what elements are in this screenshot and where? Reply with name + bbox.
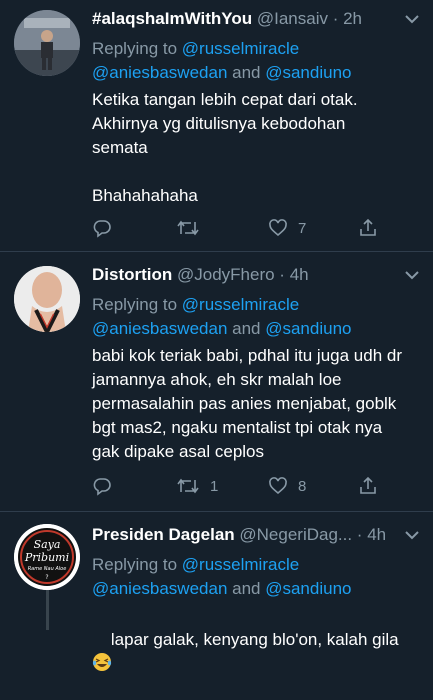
chevron-down-icon[interactable] — [405, 530, 419, 540]
share-icon — [360, 218, 376, 236]
tweet-text: Ketika tangan lebih cepat dari otak. Akh… — [92, 90, 358, 205]
handle-time: @JodyFhero · 4h — [172, 265, 309, 284]
handle-time: @NegeriDag... · 4h — [234, 525, 387, 544]
chevron-down-icon[interactable] — [405, 14, 419, 24]
tweet-actions: 7 — [92, 216, 392, 240]
display-name[interactable]: Presiden Dagelan — [92, 525, 235, 544]
retweet-icon — [177, 478, 199, 494]
reply-prefix: Replying to — [92, 39, 182, 58]
avatar-text: Saya — [34, 538, 61, 551]
avatar[interactable] — [14, 10, 80, 76]
tweet-2[interactable]: Distortion @JodyFhero · 4h Replying to @… — [0, 252, 433, 512]
mention-link[interactable]: @aniesbaswedan — [92, 579, 227, 598]
mention-link[interactable]: @sandiuno — [265, 579, 351, 598]
mention-link[interactable]: @sandiuno — [265, 63, 351, 82]
like-button[interactable]: 8 — [268, 474, 306, 498]
like-icon — [269, 219, 287, 237]
tweet-text-row: lapar galak, kenyang blo'on, kalah gila — [92, 604, 419, 700]
thread-line — [46, 590, 49, 630]
like-icon — [269, 477, 287, 495]
avatar-text: Pribumi — [24, 551, 69, 564]
tweet-3[interactable]: Saya Pribumi Rame Nau Aloe ? Presiden Da… — [0, 512, 433, 671]
avatar-text: ? — [45, 574, 48, 581]
mention-link[interactable]: @aniesbaswedan — [92, 63, 227, 82]
tweet-actions: 1 8 — [92, 474, 392, 498]
reply-icon — [93, 478, 111, 496]
reply-and: and — [227, 579, 266, 598]
reply-and: and — [227, 319, 266, 338]
mention-link[interactable]: @russelmiracle — [182, 555, 299, 574]
mention-link[interactable]: @russelmiracle — [182, 39, 299, 58]
like-button[interactable]: 7 — [268, 216, 306, 240]
tweet-1[interactable]: #alaqshaImWithYou @Iansaiv · 2h Replying… — [0, 0, 433, 252]
replying-to: Replying to @russelmiracle @aniesbasweda… — [92, 553, 423, 601]
handle-time: @Iansaiv · 2h — [252, 9, 362, 28]
avatar-text: Rame Nau Aloe — [28, 566, 67, 572]
retweet-button[interactable]: 1 — [176, 474, 218, 498]
share-icon — [360, 476, 376, 494]
chevron-down-icon[interactable] — [405, 270, 419, 280]
tweet-text: babi kok teriak babi, pdhal itu juga udh… — [92, 346, 402, 461]
reply-prefix: Replying to — [92, 555, 182, 574]
display-name[interactable]: #alaqshaImWithYou — [92, 9, 252, 28]
like-count: 7 — [298, 219, 307, 237]
mention-link[interactable]: @aniesbaswedan — [92, 319, 227, 338]
retweet-count: 1 — [210, 477, 219, 495]
display-name[interactable]: Distortion — [92, 265, 172, 284]
retweet-icon — [177, 220, 199, 236]
avatar[interactable] — [14, 266, 80, 332]
reply-button[interactable] — [92, 216, 112, 240]
mention-link[interactable]: @sandiuno — [265, 319, 351, 338]
like-count: 8 — [298, 477, 307, 495]
reply-prefix: Replying to — [92, 295, 182, 314]
retweet-button[interactable] — [176, 216, 200, 240]
reply-and: and — [227, 63, 266, 82]
avatar[interactable]: Saya Pribumi Rame Nau Aloe ? — [14, 524, 80, 590]
reply-icon — [93, 220, 111, 238]
share-button[interactable] — [358, 216, 378, 240]
reply-button[interactable] — [92, 474, 112, 498]
share-button[interactable] — [358, 474, 378, 498]
replying-to: Replying to @russelmiracle @aniesbasweda… — [92, 293, 423, 341]
mention-link[interactable]: @russelmiracle — [182, 295, 299, 314]
laughing-emoji-icon — [92, 653, 112, 671]
replying-to: Replying to @russelmiracle @aniesbasweda… — [92, 37, 423, 85]
